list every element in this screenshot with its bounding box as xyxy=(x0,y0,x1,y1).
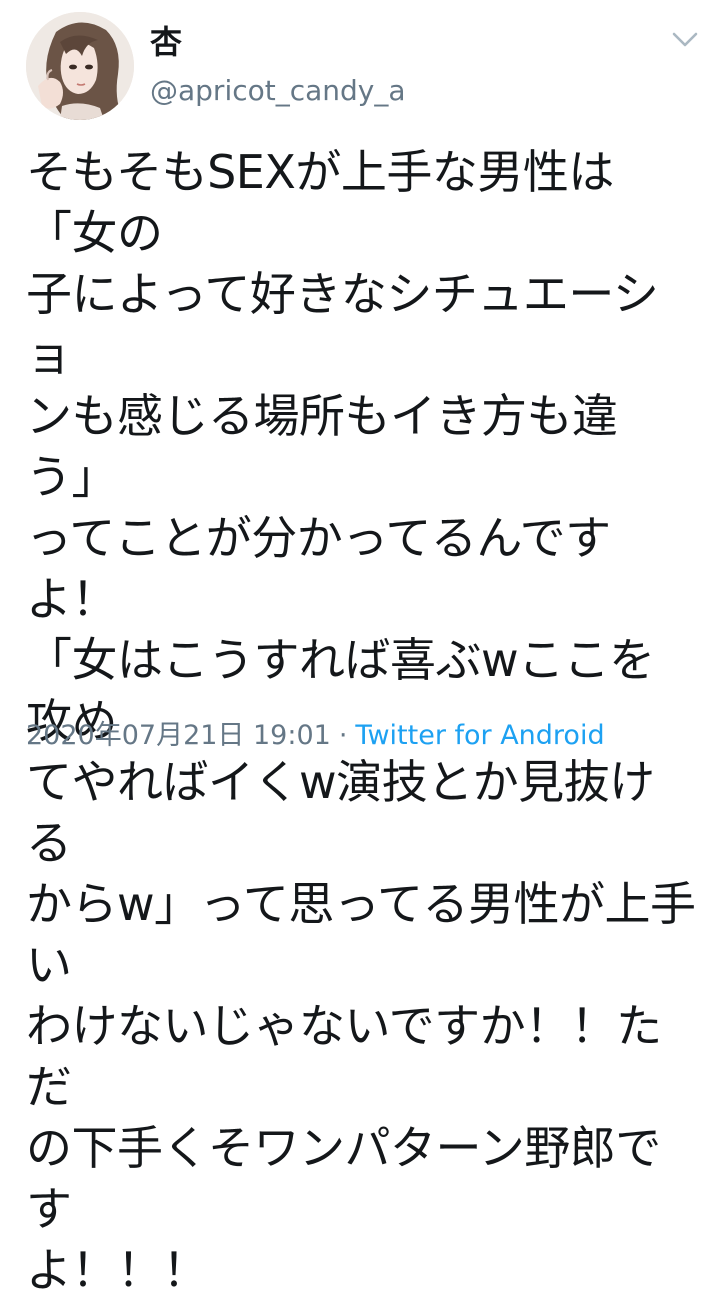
meta-separator: · xyxy=(338,720,348,751)
tweet-card: 杏 @apricot_candy_a そもそもSEXが上手な男性は「女の 子によ… xyxy=(0,0,720,1297)
user-handle[interactable]: @apricot_candy_a xyxy=(150,74,406,108)
chevron-down-icon[interactable] xyxy=(670,28,700,52)
avatar[interactable] xyxy=(26,12,134,120)
display-name[interactable]: 杏 xyxy=(150,24,182,60)
tweet-meta: 2020年07月21日 19:01 · Twitter for Android xyxy=(26,719,605,753)
user-avatar-illustration xyxy=(26,12,134,120)
source-link[interactable]: Twitter for Android xyxy=(355,720,604,751)
tweet-timestamp[interactable]: 2020年07月21日 19:01 xyxy=(26,720,331,751)
